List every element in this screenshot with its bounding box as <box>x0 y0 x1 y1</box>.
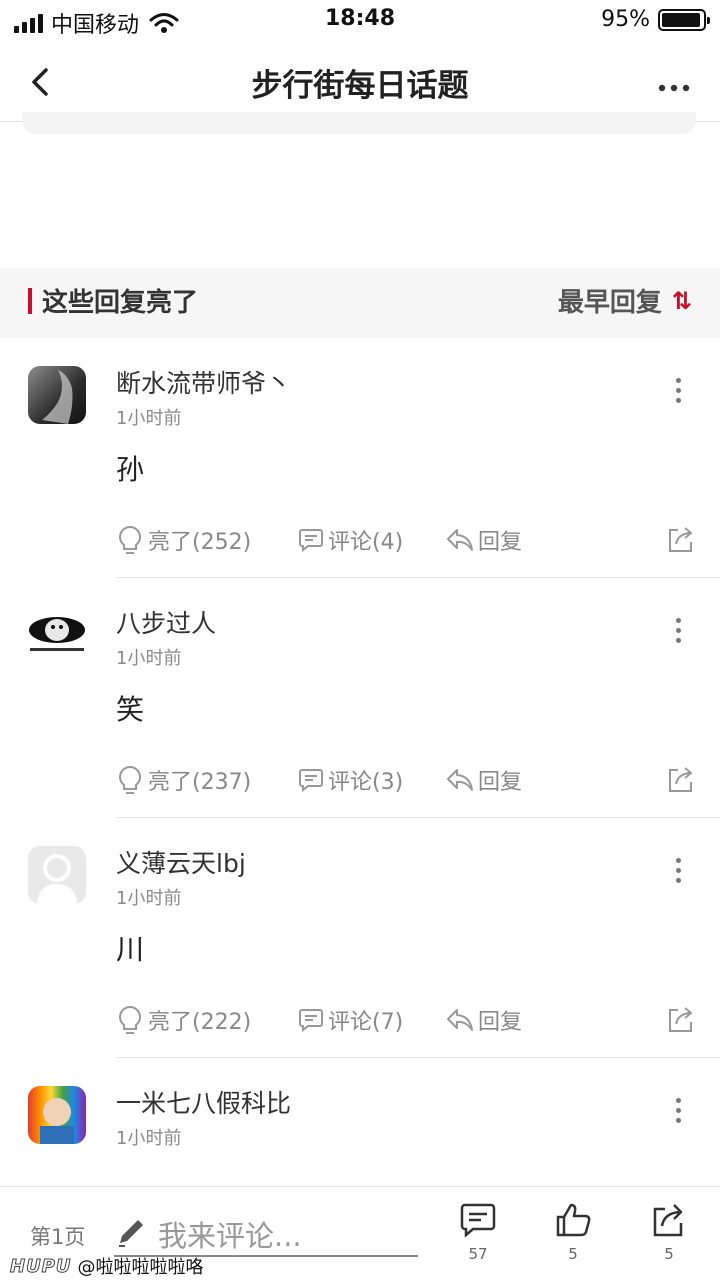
status-right: 95% <box>601 7 710 32</box>
comment-bubble-icon <box>299 1009 323 1033</box>
pencil-icon <box>119 1220 143 1247</box>
username[interactable]: 一米七八假科比 <box>116 1084 291 1120</box>
section-title: 这些回复亮了 <box>42 288 199 318</box>
status-bar: 中国移动 18:48 95% <box>0 0 720 40</box>
comment-count: 评论(3) <box>328 770 404 795</box>
share-total: 5 <box>664 1245 674 1263</box>
avatar[interactable] <box>28 606 86 664</box>
reply-arrow-icon <box>447 769 473 791</box>
reply-label: 回复 <box>478 1010 523 1035</box>
comment-button[interactable]: 评论(3) <box>298 764 403 796</box>
share-icon <box>653 1204 683 1237</box>
nav-bar: 步行街每日话题 <box>0 40 720 122</box>
highlighted-replies-header: 这些回复亮了 最早回复 ⇅ <box>0 268 720 338</box>
comment-bubble-icon <box>299 529 323 553</box>
watermark-handle: @啦啦啦啦啦咯 <box>77 1257 204 1278</box>
avatar-image <box>29 617 85 651</box>
username[interactable]: 断水流带师爷丶 <box>116 364 291 400</box>
share-icon <box>669 1007 692 1032</box>
comment-total: 57 <box>468 1245 488 1263</box>
comment-button[interactable]: 评论(4) <box>298 524 403 556</box>
more-vertical-icon[interactable] <box>676 618 682 643</box>
battery-icon <box>658 8 710 31</box>
more-vertical-icon[interactable] <box>676 858 682 883</box>
lightbulb-icon <box>119 765 141 794</box>
comment-text: 孙 <box>116 453 145 486</box>
light-count: 亮了(237) <box>148 770 252 795</box>
sort-toggle[interactable]: 最早回复 ⇅ <box>558 282 692 319</box>
sort-label: 最早回复 <box>557 288 662 318</box>
reply-button[interactable]: 回复 <box>446 524 522 556</box>
page-title: 步行街每日话题 <box>251 68 469 104</box>
more-vertical-icon[interactable] <box>676 1098 682 1123</box>
avatar[interactable] <box>28 1086 86 1144</box>
username[interactable]: 义薄云天lbj <box>116 844 246 880</box>
more-options-button[interactable] <box>658 66 690 101</box>
username[interactable]: 八步过人 <box>116 604 216 640</box>
timestamp: 1小时前 <box>116 408 182 429</box>
light-button[interactable]: 亮了(252) <box>116 524 251 556</box>
default-avatar-icon <box>37 854 77 904</box>
comment-bubble-icon <box>460 1203 496 1238</box>
page-indicator[interactable]: 第1页 <box>30 1221 85 1251</box>
battery-percent: 95% <box>601 7 650 32</box>
comment-count: 评论(7) <box>328 1010 404 1035</box>
comment-count: 评论(4) <box>328 530 404 555</box>
comment-text: 笑 <box>116 693 145 726</box>
light-count: 亮了(222) <box>148 1010 252 1035</box>
share-button[interactable] <box>666 524 696 554</box>
avatar[interactable] <box>28 846 86 904</box>
comment-bubble-icon <box>299 769 323 793</box>
light-count: 亮了(252) <box>148 530 252 555</box>
more-vertical-icon[interactable] <box>676 378 682 403</box>
like-button[interactable]: 5 <box>548 1201 598 1263</box>
avatar-image <box>40 1098 74 1144</box>
avatar-image <box>42 370 73 424</box>
reply-arrow-icon <box>447 529 473 551</box>
section-accent-bar <box>28 288 32 314</box>
share-icon <box>669 767 692 792</box>
share-button[interactable] <box>666 1004 696 1034</box>
light-button[interactable]: 亮了(237) <box>116 764 251 796</box>
reply-button[interactable]: 回复 <box>446 764 522 796</box>
lightbulb-icon <box>119 1005 141 1034</box>
comment-actions: 亮了(237) 评论(3) 回复 <box>116 764 696 800</box>
share-button[interactable] <box>666 764 696 794</box>
reply-button[interactable]: 回复 <box>446 1004 522 1036</box>
comment-actions: 亮了(252) 评论(4) 回复 <box>116 524 696 560</box>
share-icon <box>669 527 692 552</box>
like-total: 5 <box>568 1245 578 1263</box>
comment-item: 断水流带师爷丶 1小时前 孙 亮了(252) 评论(4) 回复 <box>0 338 720 578</box>
comment-text: 川 <box>116 933 145 966</box>
reply-label: 回复 <box>478 770 523 795</box>
reply-arrow-icon <box>447 1009 473 1031</box>
comment-item: 八步过人 1小时前 笑 亮了(237) 评论(3) 回复 <box>0 578 720 818</box>
lightbulb-icon <box>119 525 141 554</box>
reply-label: 回复 <box>478 530 523 555</box>
thumbs-up-icon <box>556 1203 591 1237</box>
sort-arrows-icon: ⇅ <box>671 286 692 315</box>
comment-item: 义薄云天lbj 1小时前 川 亮了(222) 评论(7) 回复 <box>0 818 720 1058</box>
avatar[interactable] <box>28 366 86 424</box>
more-horizontal-icon <box>658 84 690 92</box>
timestamp: 1小时前 <box>116 1128 182 1149</box>
comment-item: 一米七八假科比 1小时前 <box>0 1058 720 1186</box>
comments-button[interactable]: 57 <box>453 1201 503 1263</box>
timestamp: 1小时前 <box>116 648 182 669</box>
share-post-button[interactable]: 5 <box>644 1201 694 1263</box>
post-card-edge <box>22 112 696 134</box>
watermark: HUPU @啦啦啦啦啦咯 <box>10 1253 204 1279</box>
comment-input[interactable]: 我来评论... <box>158 1213 302 1255</box>
timestamp: 1小时前 <box>116 888 182 909</box>
comment-actions: 亮了(222) 评论(7) 回复 <box>116 1004 696 1040</box>
comment-button[interactable]: 评论(7) <box>298 1004 403 1036</box>
light-button[interactable]: 亮了(222) <box>116 1004 251 1036</box>
watermark-brand: HUPU <box>10 1255 72 1277</box>
